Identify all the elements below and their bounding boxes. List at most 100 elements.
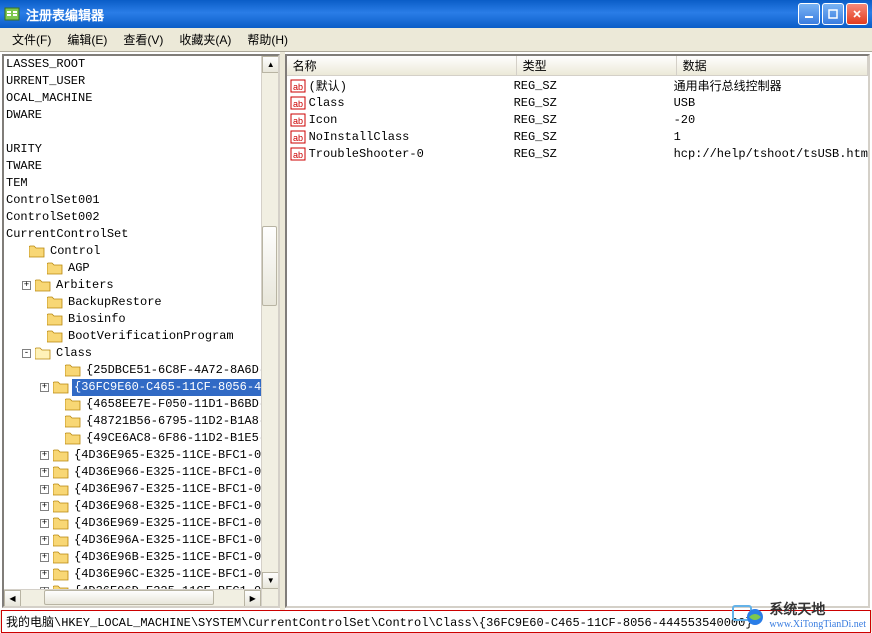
expander-icon[interactable]: +	[40, 553, 49, 562]
menu-file[interactable]: 文件(F)	[4, 28, 59, 51]
scroll-right-button[interactable]: ▶	[244, 590, 261, 607]
close-button[interactable]	[846, 3, 868, 25]
tree-item[interactable]: +{4D36E965-E325-11CE-BFC1-08002BE10318}	[4, 447, 278, 464]
tree-item[interactable]: + Arbiters	[4, 277, 278, 294]
value-data: hcp://help/tshoot/tsUSB.htm	[674, 147, 868, 161]
tree-item[interactable]: {4658EE7E-F050-11D1-B6BD-00C04FA372A7}	[4, 396, 278, 413]
tree-item[interactable]: DWARE	[4, 107, 278, 124]
tree-item[interactable]: TEM	[4, 175, 278, 192]
maximize-button[interactable]	[822, 3, 844, 25]
tree-item[interactable]: CurrentControlSet	[4, 226, 278, 243]
watermark: 系统天地 www.XiTongTianDi.net	[731, 599, 866, 630]
scroll-thumb[interactable]	[262, 226, 277, 306]
scroll-left-button[interactable]: ◀	[4, 590, 21, 607]
tree-label: URRENT_USER	[4, 73, 87, 90]
value-data: 1	[674, 130, 868, 144]
tree-label: {25DBCE51-6C8F-4A72-8A6D-B54C2B4FC835}	[84, 362, 278, 379]
tree-item[interactable]: BackupRestore	[4, 294, 278, 311]
tree-item[interactable]: LASSES_ROOT	[4, 56, 278, 73]
tree-item[interactable]: OCAL_MACHINE	[4, 90, 278, 107]
expander-icon[interactable]: +	[22, 281, 31, 290]
menu-help[interactable]: 帮助(H)	[239, 28, 296, 51]
menu-view[interactable]: 查看(V)	[115, 28, 171, 51]
tree-item[interactable]: AGP	[4, 260, 278, 277]
menu-favorites[interactable]: 收藏夹(A)	[171, 28, 239, 51]
tree-item[interactable]: + {4D36E96A-E325-11CE-BFC1-08002BE10318}	[4, 532, 278, 549]
tree-label: {4D36E96A-E325-11CE-BFC1-08002BE10318}	[72, 532, 278, 549]
expander-icon[interactable]: -	[22, 349, 31, 358]
value-name: TroubleShooter-0	[309, 147, 514, 161]
col-name[interactable]: 名称	[287, 56, 517, 75]
value-list-panel: 名称 类型 数据 ab(默认)REG_SZ通用串行总线控制器abClassREG…	[285, 54, 870, 608]
scroll-down-button[interactable]: ▼	[262, 572, 279, 589]
tree-item[interactable]: + {4D36E967-E325-11CE-BFC1-08002BE10318}	[4, 481, 278, 498]
tree-label: BootVerificationProgram	[66, 328, 236, 345]
tree-item[interactable]: +{4D36E966-E325-11CE-BFC1-08002BE10318}	[4, 464, 278, 481]
list-row[interactable]: abIconREG_SZ-20	[287, 111, 868, 128]
value-type: REG_SZ	[514, 113, 674, 127]
expander-icon[interactable]: +	[40, 502, 49, 511]
tree-item[interactable]: BootVerificationProgram	[4, 328, 278, 345]
tree-item[interactable]: Control	[4, 243, 278, 260]
value-type: REG_SZ	[514, 130, 674, 144]
expander-icon[interactable]: +	[40, 536, 49, 545]
scroll-thumb[interactable]	[44, 590, 214, 605]
tree-item[interactable]: TWARE	[4, 158, 278, 175]
expander-icon[interactable]: +	[40, 485, 49, 494]
tree-hscrollbar[interactable]: ◀ ▶	[4, 589, 261, 606]
tree-label: TWARE	[4, 158, 44, 175]
tree-label: ControlSet001	[4, 192, 102, 209]
expander-icon[interactable]: +	[40, 451, 49, 460]
tree-item[interactable]: +{4D36E968-E325-11CE-BFC1-08002BE10318}	[4, 498, 278, 515]
value-data: 通用串行总线控制器	[674, 77, 868, 94]
tree-label: URITY	[4, 141, 44, 158]
tree-item[interactable]: {25DBCE51-6C8F-4A72-8A6D-B54C2B4FC835}	[4, 362, 278, 379]
tree-item[interactable]: Biosinfo	[4, 311, 278, 328]
list-row[interactable]: ab(默认)REG_SZ通用串行总线控制器	[287, 77, 868, 94]
value-list[interactable]: ab(默认)REG_SZ通用串行总线控制器abClassREG_SZUSBabI…	[287, 76, 868, 162]
tree-label: Control	[48, 243, 102, 260]
value-name: Class	[309, 96, 514, 110]
tree-label: DWARE	[4, 107, 44, 124]
list-row[interactable]: abTroubleShooter-0REG_SZhcp://help/tshoo…	[287, 145, 868, 162]
list-row[interactable]: ab NoInstallClassREG_SZ1	[287, 128, 868, 145]
watermark-icon	[731, 600, 765, 630]
tree-item[interactable]: + {4D36E969-E325-11CE-BFC1-08002BE10318}	[4, 515, 278, 532]
tree-item[interactable]: +{36FC9E60-C465-11CF-8056-444553540000}	[4, 379, 278, 396]
value-data: USB	[674, 96, 868, 110]
svg-text:ab: ab	[293, 99, 303, 109]
col-type[interactable]: 类型	[517, 56, 677, 75]
menu-edit[interactable]: 编辑(E)	[59, 28, 115, 51]
svg-text:ab: ab	[293, 82, 303, 92]
tree-label: {4D36E967-E325-11CE-BFC1-08002BE10318}	[72, 481, 278, 498]
tree-label: Biosinfo	[66, 311, 128, 328]
value-name: NoInstallClass	[309, 130, 514, 144]
expander-icon[interactable]: +	[40, 519, 49, 528]
tree-label: Arbiters	[54, 277, 116, 294]
col-data[interactable]: 数据	[677, 56, 868, 75]
tree-item[interactable]: ControlSet001	[4, 192, 278, 209]
minimize-button[interactable]	[798, 3, 820, 25]
tree-item[interactable]: URITY	[4, 141, 278, 158]
expander-icon[interactable]: +	[40, 468, 49, 477]
tree-vscrollbar[interactable]: ▲ ▼	[261, 56, 278, 606]
tree-label: CurrentControlSet	[4, 226, 130, 243]
svg-text:ab: ab	[293, 133, 303, 143]
scroll-up-button[interactable]: ▲	[262, 56, 279, 73]
registry-tree[interactable]: LASSES_ROOTURRENT_USEROCAL_MACHINEDWARE U…	[4, 56, 278, 600]
tree-label: {4D36E969-E325-11CE-BFC1-08002BE10318}	[72, 515, 278, 532]
tree-item[interactable]	[4, 124, 278, 141]
titlebar: 注册表编辑器	[0, 0, 872, 28]
tree-item[interactable]: -Class	[4, 345, 278, 362]
tree-item[interactable]: +{4D36E96C-E325-11CE-BFC1-08002BE10318}	[4, 566, 278, 583]
registry-tree-panel: LASSES_ROOTURRENT_USEROCAL_MACHINEDWARE U…	[2, 54, 280, 608]
expander-icon[interactable]: +	[40, 570, 49, 579]
tree-item[interactable]: +{4D36E96B-E325-11CE-BFC1-08002BE10318}	[4, 549, 278, 566]
tree-item[interactable]: {48721B56-6795-11D2-B1A8-0080C72E74A2}	[4, 413, 278, 430]
expander-icon[interactable]: +	[40, 383, 49, 392]
tree-item[interactable]: URRENT_USER	[4, 73, 278, 90]
tree-item[interactable]: {49CE6AC8-6F86-11D2-B1E5-0080C72E74A2}	[4, 430, 278, 447]
value-data: -20	[674, 113, 868, 127]
tree-item[interactable]: ControlSet002	[4, 209, 278, 226]
list-row[interactable]: abClassREG_SZUSB	[287, 94, 868, 111]
